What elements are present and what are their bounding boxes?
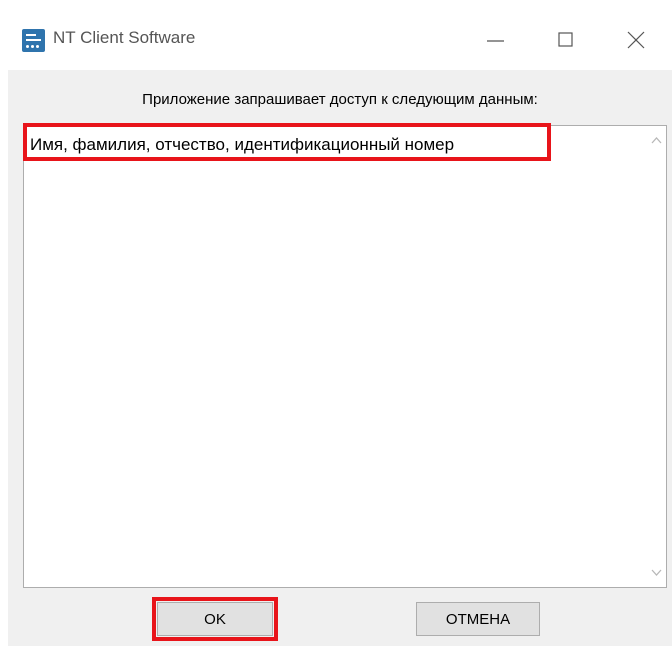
ok-button[interactable]: OK (157, 602, 273, 636)
minimize-button[interactable] (473, 20, 519, 60)
minimize-icon (487, 40, 504, 42)
list-item[interactable]: Имя, фамилия, отчество, идентификационны… (24, 131, 454, 159)
access-prompt: Приложение запрашивает доступ к следующи… (142, 91, 538, 108)
close-icon (627, 31, 645, 49)
scroll-up-icon[interactable] (651, 136, 662, 144)
maximize-icon (558, 32, 573, 47)
dialog-window: NT Client Software Приложение запрашивае… (0, 0, 672, 646)
window-title: NT Client Software (53, 28, 196, 47)
app-logo-icon (22, 29, 45, 52)
requested-data-list[interactable]: Имя, фамилия, отчество, идентификационны… (23, 125, 667, 588)
maximize-button[interactable] (543, 20, 589, 60)
scroll-down-icon[interactable] (651, 569, 662, 577)
cancel-button[interactable]: ОТМЕНА (416, 602, 540, 636)
title-bar[interactable]: NT Client Software (0, 0, 672, 70)
vertical-scrollbar[interactable] (647, 126, 666, 587)
close-button[interactable] (613, 20, 659, 60)
